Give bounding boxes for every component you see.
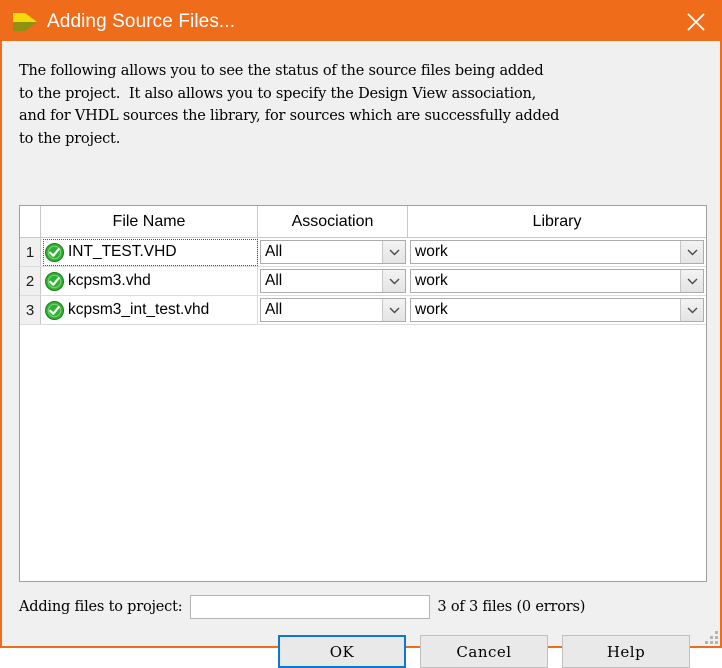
cancel-button[interactable]: Cancel — [420, 635, 548, 668]
chevron-down-icon[interactable] — [680, 241, 703, 263]
status-label: Adding files to project: — [19, 599, 183, 615]
progress-bar — [190, 595, 431, 619]
resize-grip-icon[interactable] — [704, 630, 718, 644]
association-combobox[interactable]: All — [260, 269, 406, 293]
column-header-association[interactable]: Association — [258, 206, 408, 237]
dialog-body: The following allows you to see the stat… — [2, 41, 720, 668]
close-icon[interactable] — [672, 2, 720, 41]
file-name-value: kcpsm3_int_test.vhd — [68, 301, 210, 318]
source-files-table: File Name Association Library 1 INT_TEST… — [19, 205, 707, 582]
table-header-row: File Name Association Library — [20, 206, 706, 238]
file-name-value: kcpsm3.vhd — [68, 272, 151, 289]
file-name-cell[interactable]: kcpsm3.vhd — [41, 267, 258, 295]
dialog-window: Adding Source Files... The following all… — [0, 0, 722, 668]
column-header-rownum[interactable] — [20, 206, 41, 237]
column-header-file-name[interactable]: File Name — [41, 206, 258, 237]
table-body: 1 INT_TEST.VHD All work 2 kcpsm3.vhd All… — [20, 238, 706, 325]
row-number: 3 — [20, 296, 41, 324]
association-combobox[interactable]: All — [260, 240, 406, 264]
library-combobox[interactable]: work — [410, 269, 704, 293]
green-check-icon — [45, 242, 64, 262]
chevron-down-icon[interactable] — [680, 299, 703, 321]
association-combobox[interactable]: All — [260, 298, 406, 322]
status-row: Adding files to project: 3 of 3 files (0… — [19, 593, 709, 621]
library-cell[interactable]: work — [408, 296, 706, 324]
help-button[interactable]: Help — [562, 635, 690, 668]
file-name-cell[interactable]: kcpsm3_int_test.vhd — [41, 296, 258, 324]
library-value: work — [411, 299, 680, 321]
title-bar: Adding Source Files... — [2, 2, 720, 41]
association-value: All — [261, 299, 382, 321]
intro-text: The following allows you to see the stat… — [19, 63, 560, 147]
association-value: All — [261, 241, 382, 263]
table-row[interactable]: 2 kcpsm3.vhd All work — [20, 267, 706, 296]
green-check-icon — [45, 300, 64, 320]
file-name-value: INT_TEST.VHD — [68, 243, 177, 260]
chevron-down-icon[interactable] — [382, 299, 405, 321]
library-value: work — [411, 241, 680, 263]
row-number: 1 — [20, 238, 41, 266]
library-cell[interactable]: work — [408, 267, 706, 295]
association-value: All — [261, 270, 382, 292]
row-number: 2 — [20, 267, 41, 295]
library-combobox[interactable]: work — [410, 240, 704, 264]
chevron-down-icon[interactable] — [382, 241, 405, 263]
library-combobox[interactable]: work — [410, 298, 704, 322]
table-row[interactable]: 3 kcpsm3_int_test.vhd All work — [20, 296, 706, 325]
association-cell[interactable]: All — [258, 267, 408, 295]
chevron-down-icon[interactable] — [382, 270, 405, 292]
association-cell[interactable]: All — [258, 238, 408, 266]
green-check-icon — [45, 271, 64, 291]
column-header-library[interactable]: Library — [408, 206, 706, 237]
association-cell[interactable]: All — [258, 296, 408, 324]
table-row[interactable]: 1 INT_TEST.VHD All work — [20, 238, 706, 267]
window-title: Adding Source Files... — [47, 10, 236, 32]
library-value: work — [411, 270, 680, 292]
library-cell[interactable]: work — [408, 238, 706, 266]
chevron-down-icon[interactable] — [680, 270, 703, 292]
ok-button[interactable]: OK — [278, 635, 406, 668]
xilinx-chevron-icon — [12, 11, 38, 33]
status-count: 3 of 3 files (0 errors) — [437, 599, 586, 615]
file-name-cell[interactable]: INT_TEST.VHD — [41, 238, 258, 266]
button-bar: OK Cancel Help — [2, 635, 708, 668]
